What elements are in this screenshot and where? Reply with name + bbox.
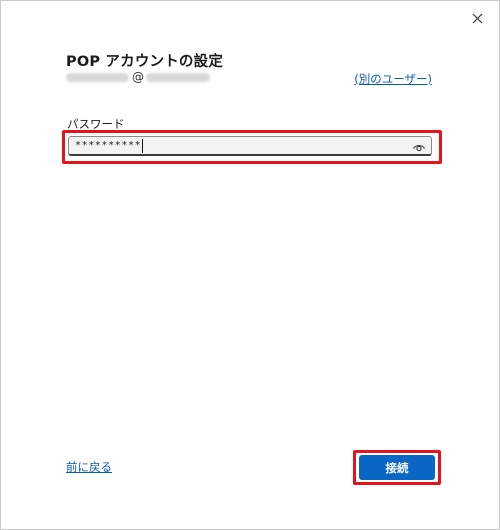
eye-icon[interactable] — [412, 139, 426, 153]
pop-account-dialog: POP アカウントの設定 @ (別のユーザー) パスワード **********… — [0, 0, 500, 530]
password-highlight-frame: ********** — [62, 130, 442, 164]
account-address: @ — [66, 69, 210, 85]
at-sign: @ — [132, 70, 144, 84]
dialog-title: POP アカウントの設定 — [66, 54, 224, 70]
password-input[interactable]: ********** — [68, 136, 432, 156]
close-button[interactable] — [463, 6, 491, 30]
redacted-username — [66, 72, 129, 82]
redacted-domain — [146, 72, 210, 82]
connect-highlight-frame: 接続 — [353, 450, 441, 485]
text-caret — [142, 138, 144, 153]
password-value: ********** — [75, 140, 142, 151]
connect-button[interactable]: 接続 — [359, 455, 435, 480]
back-link[interactable]: 前に戻る — [66, 459, 112, 475]
close-icon — [472, 13, 483, 24]
other-user-link[interactable]: (別のユーザー) — [354, 71, 432, 87]
